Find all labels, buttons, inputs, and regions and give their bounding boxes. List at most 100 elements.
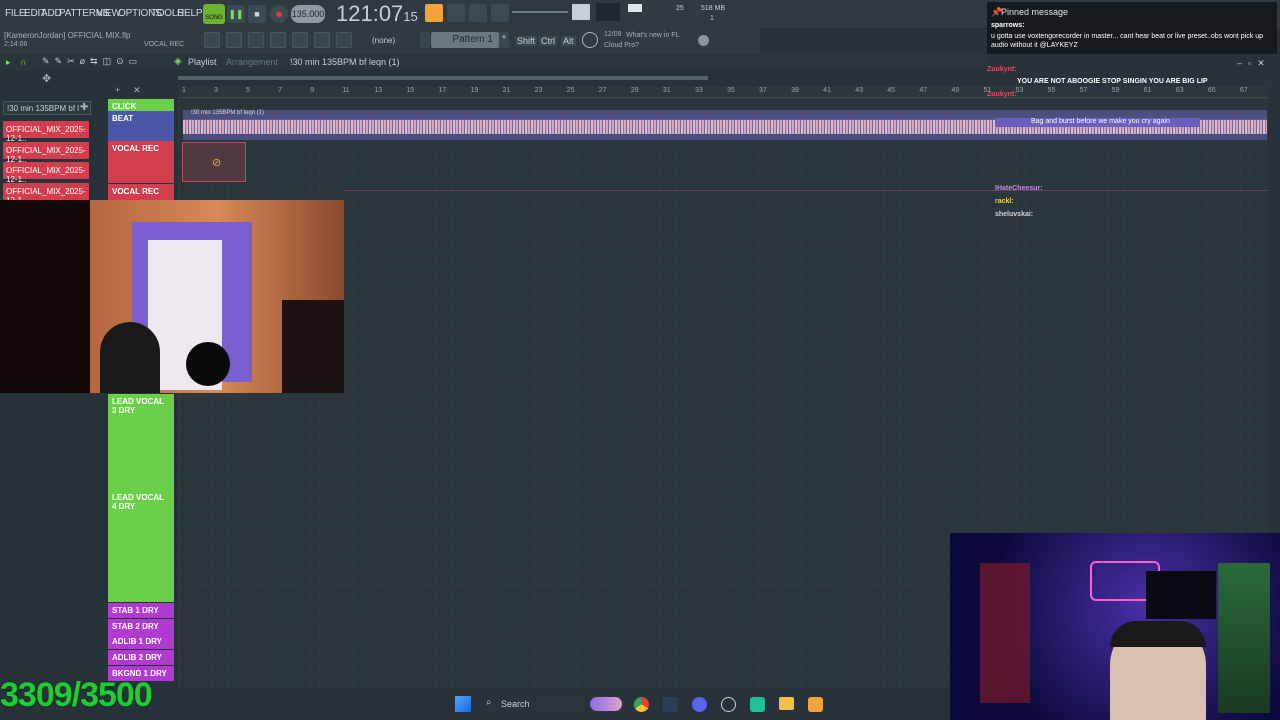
piano-roll-icon[interactable] — [226, 32, 242, 48]
microphone-icon[interactable] — [336, 32, 352, 48]
playlist-clip-name: !30 min 135BPM bf leqn (1) — [290, 57, 400, 67]
ruler-bar-number: 25 — [566, 87, 575, 94]
news-icon[interactable] — [582, 32, 598, 48]
ruler-bar-number: 37 — [759, 87, 767, 94]
menu-file[interactable]: FILE — [5, 8, 26, 19]
wait-input-icon[interactable] — [469, 4, 487, 22]
pattern-selector[interactable]: Pattern 1 — [431, 32, 499, 48]
taskbar-search[interactable]: ⌕ Search — [480, 694, 626, 714]
fl-studio-icon[interactable] — [808, 697, 823, 712]
chrome-icon[interactable] — [634, 697, 649, 712]
time-display[interactable]: 121:0715 — [336, 1, 418, 27]
track-header[interactable]: LEAD VOCAL 4 DRY — [108, 490, 174, 602]
browser-clip[interactable]: OFFICIAL_MIX_2025-12-1.. — [3, 142, 89, 164]
streamer-headphones — [1110, 621, 1206, 647]
file-explorer-icon[interactable] — [779, 697, 794, 710]
pattern-song-icon[interactable] — [425, 4, 443, 22]
news-text[interactable]: What's new in FL Cloud Pro? — [604, 31, 690, 51]
pinned-user: sparrows: — [991, 22, 1025, 29]
chat-username: sheluvskai: — [995, 211, 1034, 218]
ruler-bar-number: 9 — [310, 87, 315, 94]
ruler-bar-number: 13 — [374, 87, 383, 94]
menu-help[interactable]: HELP — [177, 8, 203, 19]
add-track-icon[interactable]: + — [115, 85, 120, 95]
playlist-tools-icon[interactable]: ✎✎✂⌀⇆◫⊙▭ — [42, 56, 142, 67]
track-name: BEAT — [112, 114, 134, 123]
browser-search[interactable]: !30 min 135BPM bf l — [3, 101, 91, 115]
playlist-icon[interactable] — [204, 32, 220, 48]
obs-icon[interactable] — [721, 697, 736, 712]
track-name: ADLIB 2 DRY — [112, 653, 162, 662]
ctrl-key[interactable]: Ctrl — [539, 36, 557, 46]
track-name: LEAD VOCAL 4 DRY — [112, 493, 164, 511]
mixer-icon[interactable] — [292, 32, 308, 48]
track-header[interactable]: ADLIB 1 DRY — [108, 634, 174, 649]
person — [100, 322, 160, 393]
metronome-icon[interactable] — [447, 4, 465, 22]
browser-clip[interactable]: OFFICIAL_MIX_2025-12-1.. — [3, 162, 89, 184]
track-header[interactable]: LEAD VOCAL 3 DRY — [108, 394, 174, 490]
memory-value: 518 MB — [701, 5, 726, 12]
ruler-bar-number: 29 — [630, 87, 639, 94]
browser-icon[interactable] — [270, 32, 286, 48]
oscilloscope — [596, 3, 620, 21]
track-header[interactable]: CLICK — [108, 99, 174, 111]
snap-selector[interactable]: (none) — [372, 36, 395, 45]
discord-icon[interactable] — [692, 697, 707, 712]
pause-button[interactable]: ❚❚ — [227, 5, 245, 23]
tempo-display[interactable]: 135.000 — [291, 5, 325, 23]
project-file-name: [KameronJordan] OFFICIAL MIX.flp — [4, 31, 131, 40]
chat-message: Bag and burst before we make you cry aga… — [995, 118, 1200, 127]
webcam-overlay-left — [0, 200, 344, 393]
track-header[interactable]: BEAT — [108, 111, 174, 141]
track-header[interactable]: STAB 1 DRY — [108, 603, 174, 618]
windows-start-icon[interactable] — [455, 696, 471, 712]
app-icon[interactable] — [750, 697, 765, 712]
browser-clip[interactable]: OFFICIAL_MIX_2025-12-1.. — [3, 121, 89, 143]
ruler-bar-number: 21 — [502, 87, 511, 94]
pinned-text: u gotta use voxtengorecorder in master..… — [991, 33, 1263, 49]
browser-clip-label: OFFICIAL_MIX_2025-12-1.. — [6, 125, 86, 143]
add-pattern-icon[interactable]: + — [499, 32, 509, 48]
track-header[interactable]: STAB 2 DRY — [108, 619, 174, 634]
record-button[interactable]: ● — [270, 5, 288, 23]
stop-button[interactable]: ■ — [248, 5, 266, 23]
chat-overlay: 📌 Pinned message sparrows: u gotta use v… — [985, 0, 1280, 230]
remove-track-icon[interactable]: ✕ — [133, 85, 141, 96]
track-header[interactable]: VOCAL REC — [108, 141, 174, 183]
ruler-bar-number: 17 — [438, 87, 447, 94]
playlist-play-icon[interactable]: ◈ — [174, 56, 182, 67]
alt-key[interactable]: Alt — [561, 36, 576, 46]
magnet-icon[interactable]: ∩ — [20, 57, 26, 67]
horizontal-scrollbar[interactable] — [178, 76, 708, 80]
ruler-bar-number: 27 — [598, 87, 607, 94]
song-mode-toggle[interactable]: SONG — [203, 4, 225, 24]
browser-add-icon[interactable]: ✚ — [80, 102, 88, 113]
shift-key[interactable]: Shift — [515, 36, 538, 46]
ruler-bar-number: 49 — [951, 87, 960, 94]
track-header[interactable]: ADLIB 2 DRY — [108, 650, 174, 665]
plugin-picker-icon[interactable] — [314, 32, 330, 48]
globe-icon[interactable] — [698, 35, 709, 46]
ruler-bar-number: 33 — [694, 87, 703, 94]
time-value: 121:07 — [336, 1, 404, 26]
channel-rack-icon[interactable] — [248, 32, 264, 48]
speaker — [282, 300, 344, 393]
pattern-prev-icon[interactable] — [420, 32, 430, 48]
master-volume-slider[interactable] — [512, 11, 568, 13]
arrow-icon[interactable]: ▸ — [6, 57, 11, 68]
cpu-value: 25 — [676, 5, 684, 12]
move-icon[interactable]: ✥ — [42, 72, 51, 85]
steam-icon[interactable] — [663, 697, 678, 712]
master-pitch-knob[interactable] — [572, 4, 590, 20]
ruler-bar-number: 41 — [823, 87, 831, 94]
track-name: STAB 1 DRY — [112, 606, 159, 615]
track-name: ADLIB 1 DRY — [112, 637, 162, 646]
track-header[interactable]: VOCAL REC — [108, 184, 174, 200]
countdown-icon[interactable] — [491, 4, 509, 22]
ruler-bar-number: 23 — [534, 87, 543, 94]
pinned-title: Pinned message — [1001, 7, 1069, 17]
browser-clip[interactable]: OFFICIAL_MIX_2025-12-1.. — [3, 183, 89, 205]
ruler-bar-number: 11 — [342, 87, 350, 94]
goal-counter: 3309/3500 — [0, 676, 153, 715]
